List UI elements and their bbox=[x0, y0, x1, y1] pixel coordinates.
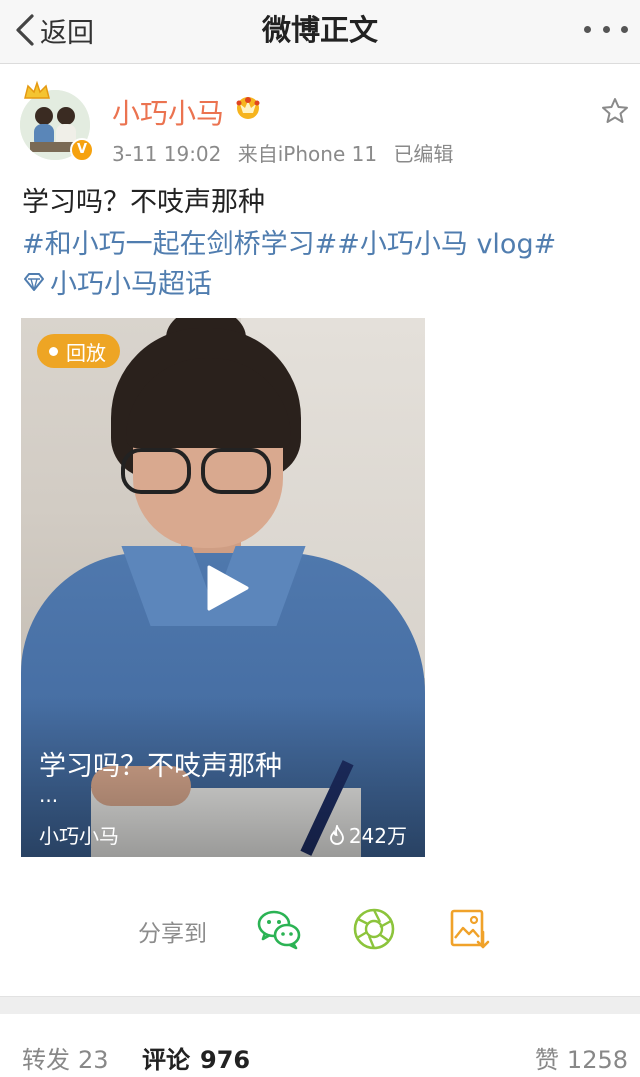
comments-tab[interactable]: 评论 976 bbox=[142, 1040, 250, 1075]
diamond-icon bbox=[24, 272, 44, 291]
dot-icon bbox=[49, 346, 58, 356]
video-figure-part bbox=[121, 448, 191, 494]
share-label: 分享到 bbox=[138, 921, 207, 947]
hashtag-row: #和小巧一起在剑桥学习##小巧小马 vlog# bbox=[22, 222, 556, 261]
verified-icon: V bbox=[70, 138, 94, 162]
likes-tab[interactable]: 赞 1258 bbox=[535, 1040, 628, 1075]
likes-count: 1258 bbox=[566, 1046, 628, 1074]
video-ellipsis: ... bbox=[39, 783, 59, 807]
section-divider bbox=[0, 996, 640, 1014]
save-image-icon[interactable] bbox=[447, 906, 493, 952]
repost-label: 转发 bbox=[22, 1046, 70, 1074]
more-options-button[interactable] bbox=[584, 14, 628, 44]
repost-tab[interactable]: 转发 23 bbox=[22, 1040, 109, 1075]
video-figure-part bbox=[201, 448, 271, 494]
video-author: 小巧小马 bbox=[39, 824, 119, 848]
action-bar: 转发 23 评论 976 赞 1258 bbox=[0, 1014, 640, 1077]
star-icon[interactable] bbox=[600, 96, 630, 126]
moments-icon[interactable] bbox=[351, 906, 397, 952]
crown-icon bbox=[24, 80, 50, 99]
post-meta: 3-11 19:02 来自iPhone 11 已编辑 bbox=[112, 138, 463, 167]
username[interactable]: 小巧小马 bbox=[112, 92, 224, 132]
play-icon[interactable] bbox=[203, 563, 253, 613]
replay-badge: 回放 bbox=[37, 334, 120, 368]
post-text: 学习吗？不吱声那种 bbox=[22, 187, 265, 218]
comments-count: 976 bbox=[200, 1046, 251, 1074]
navigation-bar: 返回 微博正文 bbox=[0, 0, 640, 64]
hashtag-link[interactable]: #和小巧一起在剑桥学习# bbox=[22, 229, 337, 260]
hashtag-link[interactable]: #小巧小马 vlog# bbox=[337, 229, 556, 260]
replay-label: 回放 bbox=[66, 340, 106, 365]
comments-label: 评论 bbox=[142, 1046, 190, 1074]
video-views: 242万 bbox=[329, 820, 407, 849]
more-dot-icon bbox=[602, 25, 610, 33]
page-title: 微博正文 bbox=[261, 13, 378, 47]
more-dot-icon bbox=[621, 25, 628, 33]
edited-label: 已编辑 bbox=[393, 142, 454, 166]
supertopic-link[interactable]: 小巧小马超话 bbox=[22, 262, 212, 301]
avatar[interactable]: V bbox=[20, 80, 96, 162]
views-count: 242万 bbox=[348, 824, 407, 848]
video-player[interactable]: 回放 学习吗？不吱声那种 ... 小巧小马 242万 bbox=[21, 318, 425, 857]
wechat-icon[interactable] bbox=[256, 906, 302, 952]
video-title: 学习吗？不吱声那种 bbox=[39, 751, 282, 782]
post-time: 3-11 19:02 bbox=[112, 142, 222, 166]
more-dot-icon bbox=[584, 25, 591, 33]
supertopic-label: 小巧小马超话 bbox=[50, 269, 212, 300]
post-source: 来自iPhone 11 bbox=[237, 142, 378, 166]
repost-count: 23 bbox=[78, 1046, 109, 1074]
likes-label: 赞 bbox=[534, 1046, 559, 1074]
fire-icon bbox=[329, 824, 344, 845]
vip-crown-icon bbox=[236, 97, 260, 119]
